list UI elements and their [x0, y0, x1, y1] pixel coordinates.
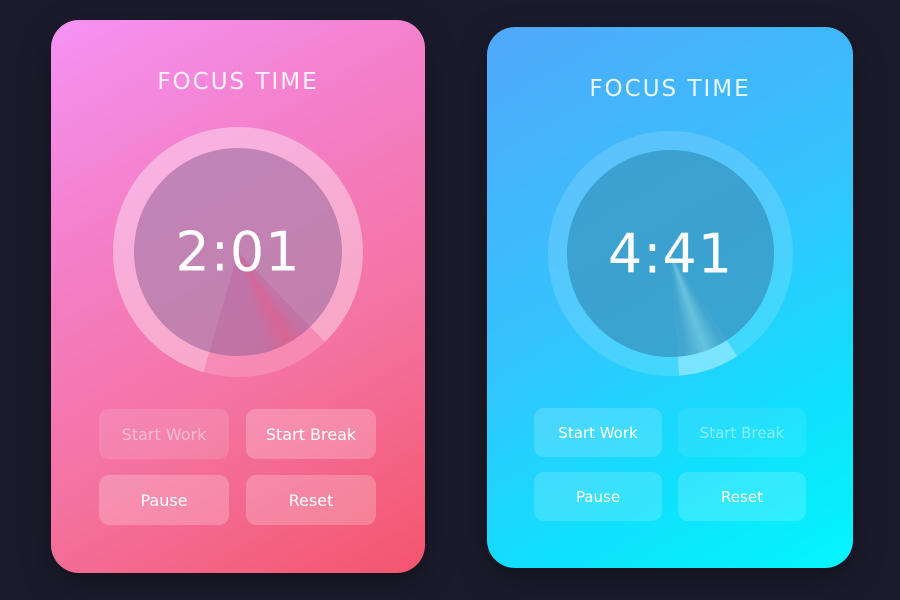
- start-work-button[interactable]: Start Work: [534, 408, 662, 457]
- time-display: 4:41: [607, 222, 734, 285]
- timer-face: 2:01: [134, 148, 342, 356]
- timer-face: 4:41: [567, 150, 774, 357]
- progress-ring: 2:01: [113, 127, 363, 377]
- timer-title: FOCUS TIME: [589, 76, 751, 102]
- reset-button[interactable]: Reset: [246, 475, 376, 525]
- focus-timer-card-blue: FOCUS TIME 4:41 Start Work Start Break P…: [487, 27, 853, 568]
- progress-ring: 4:41: [548, 131, 793, 376]
- start-break-button[interactable]: Start Break: [246, 409, 376, 459]
- time-display: 2:01: [175, 220, 301, 284]
- pause-button[interactable]: Pause: [534, 472, 662, 521]
- start-break-button[interactable]: Start Break: [678, 408, 806, 457]
- start-work-button[interactable]: Start Work: [99, 409, 229, 459]
- focus-timer-card-pink: FOCUS TIME 2:01 Start Work Start Break P…: [51, 20, 425, 573]
- timer-title: FOCUS TIME: [157, 69, 319, 95]
- pause-button[interactable]: Pause: [99, 475, 229, 525]
- reset-button[interactable]: Reset: [678, 472, 806, 521]
